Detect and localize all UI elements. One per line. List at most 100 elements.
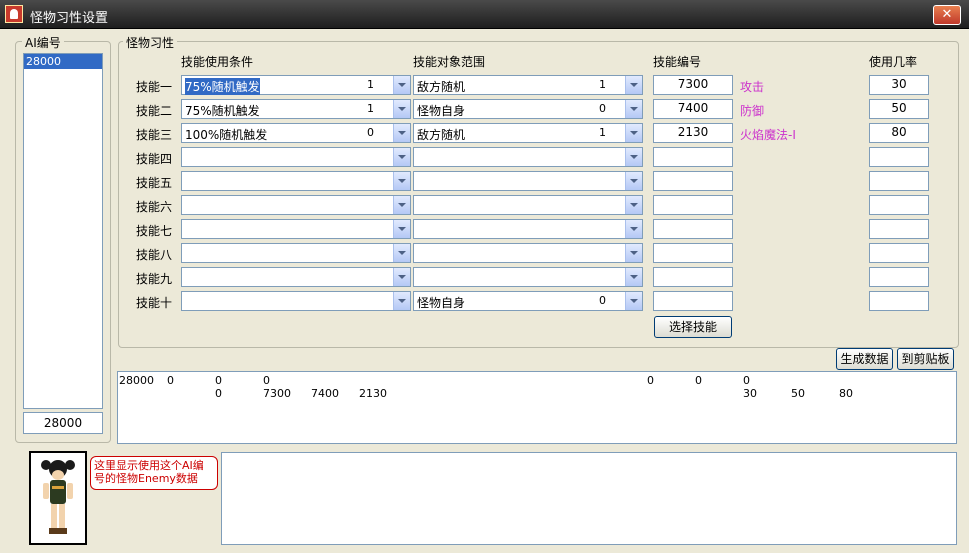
condition-combo[interactable]: 75%随机触发 1: [181, 75, 411, 95]
condition-dropdown-arrow-icon[interactable]: [393, 76, 410, 94]
ai-id-list-item[interactable]: 28000: [24, 54, 102, 69]
output-line2-value: 7300: [263, 387, 291, 400]
target-dropdown-arrow-icon[interactable]: [625, 172, 642, 190]
output-line1-value: 28000: [119, 374, 154, 387]
condition-code: 0: [367, 126, 374, 139]
skill-id-input[interactable]: [653, 219, 733, 239]
target-dropdown-arrow-icon[interactable]: [625, 100, 642, 118]
target-dropdown-arrow-icon[interactable]: [625, 244, 642, 262]
output-line1-value: 0: [647, 374, 654, 387]
output-line2-value: 2130: [359, 387, 387, 400]
output-line2-value: 30: [743, 387, 757, 400]
target-value: 敌方随机: [417, 80, 466, 94]
condition-dropdown-arrow-icon[interactable]: [393, 172, 410, 190]
monster-portrait: [29, 451, 87, 545]
target-combo[interactable]: [413, 147, 643, 167]
generated-data-output[interactable]: 28000 0 0 0 0 0 0 0 7300 7400 2130 30 50…: [117, 371, 957, 444]
skill-id-header: 技能编号: [653, 55, 702, 69]
target-dropdown-arrow-icon[interactable]: [625, 268, 642, 286]
target-dropdown-arrow-icon[interactable]: [625, 220, 642, 238]
condition-dropdown-arrow-icon[interactable]: [393, 148, 410, 166]
probability-header: 使用几率: [869, 55, 918, 69]
skill-row-label: 技能六: [135, 200, 172, 214]
target-combo[interactable]: [413, 195, 643, 215]
output-line2-value: 0: [215, 387, 222, 400]
output-line1-value: 0: [215, 374, 222, 387]
skill-id-input[interactable]: 7300: [653, 75, 733, 95]
condition-dropdown-arrow-icon[interactable]: [393, 124, 410, 142]
target-dropdown-arrow-icon[interactable]: [625, 124, 642, 142]
target-combo[interactable]: 敌方随机 1: [413, 123, 643, 143]
copy-to-clipboard-button[interactable]: 到剪贴板: [897, 348, 954, 370]
skill-id-input[interactable]: [653, 195, 733, 215]
condition-header: 技能使用条件: [181, 55, 254, 69]
ai-id-legend: AI编号: [22, 34, 64, 51]
probability-input[interactable]: [869, 291, 929, 311]
select-skill-button[interactable]: 选择技能: [654, 316, 732, 338]
skill-row-label: 技能十: [135, 296, 172, 310]
condition-dropdown-arrow-icon[interactable]: [393, 268, 410, 286]
output-line2-value: 7400: [311, 387, 339, 400]
target-value: 敌方随机: [417, 128, 466, 142]
enemy-data-textarea[interactable]: [221, 452, 957, 545]
target-combo[interactable]: 敌方随机 1: [413, 75, 643, 95]
condition-dropdown-arrow-icon[interactable]: [393, 100, 410, 118]
target-code: 0: [599, 102, 606, 115]
probability-input[interactable]: [869, 195, 929, 215]
condition-combo[interactable]: [181, 195, 411, 215]
condition-combo[interactable]: 75%随机触发 1: [181, 99, 411, 119]
skill-name-label: 防御: [740, 104, 765, 118]
condition-combo[interactable]: [181, 171, 411, 191]
target-dropdown-arrow-icon[interactable]: [625, 148, 642, 166]
target-combo[interactable]: [413, 219, 643, 239]
skill-id-input[interactable]: 7400: [653, 99, 733, 119]
target-dropdown-arrow-icon[interactable]: [625, 76, 642, 94]
probability-input[interactable]: [869, 267, 929, 287]
target-header: 技能对象范围: [413, 55, 486, 69]
target-combo[interactable]: 怪物自身 0: [413, 291, 643, 311]
condition-value: 100%随机触发: [185, 128, 268, 142]
skill-row-label: 技能五: [135, 176, 172, 190]
condition-combo[interactable]: [181, 147, 411, 167]
condition-combo[interactable]: [181, 243, 411, 263]
probability-input[interactable]: [869, 171, 929, 191]
ai-id-listbox[interactable]: 28000: [23, 53, 103, 409]
condition-dropdown-arrow-icon[interactable]: [393, 196, 410, 214]
generate-data-button[interactable]: 生成数据: [836, 348, 893, 370]
skill-id-input[interactable]: [653, 291, 733, 311]
skill-row-label: 技能九: [135, 272, 172, 286]
skill-id-input[interactable]: 2130: [653, 123, 733, 143]
probability-input[interactable]: [869, 243, 929, 263]
condition-combo[interactable]: [181, 291, 411, 311]
close-button[interactable]: ✕: [933, 5, 961, 25]
skill-row-label: 技能三: [135, 128, 172, 142]
condition-dropdown-arrow-icon[interactable]: [393, 220, 410, 238]
hint-bubble: 这里显示使用这个AI编号的怪物Enemy数据: [90, 456, 218, 490]
condition-combo[interactable]: [181, 219, 411, 239]
condition-dropdown-arrow-icon[interactable]: [393, 244, 410, 262]
target-combo[interactable]: 怪物自身 0: [413, 99, 643, 119]
target-combo[interactable]: [413, 267, 643, 287]
skill-id-input[interactable]: [653, 243, 733, 263]
skill-row-label: 技能四: [135, 152, 172, 166]
condition-dropdown-arrow-icon[interactable]: [393, 292, 410, 310]
probability-input[interactable]: 30: [869, 75, 929, 95]
output-line1-value: 0: [167, 374, 174, 387]
target-dropdown-arrow-icon[interactable]: [625, 292, 642, 310]
target-code: 0: [599, 294, 606, 307]
target-combo[interactable]: [413, 243, 643, 263]
probability-input[interactable]: 80: [869, 123, 929, 143]
skill-row-label: 技能二: [135, 104, 172, 118]
skill-id-input[interactable]: [653, 267, 733, 287]
probability-input[interactable]: 50: [869, 99, 929, 119]
target-dropdown-arrow-icon[interactable]: [625, 196, 642, 214]
target-combo[interactable]: [413, 171, 643, 191]
probability-input[interactable]: [869, 147, 929, 167]
skill-id-input[interactable]: [653, 147, 733, 167]
condition-combo[interactable]: 100%随机触发 0: [181, 123, 411, 143]
target-code: 1: [599, 126, 606, 139]
ai-id-input[interactable]: 28000: [23, 412, 103, 434]
condition-combo[interactable]: [181, 267, 411, 287]
skill-id-input[interactable]: [653, 171, 733, 191]
probability-input[interactable]: [869, 219, 929, 239]
